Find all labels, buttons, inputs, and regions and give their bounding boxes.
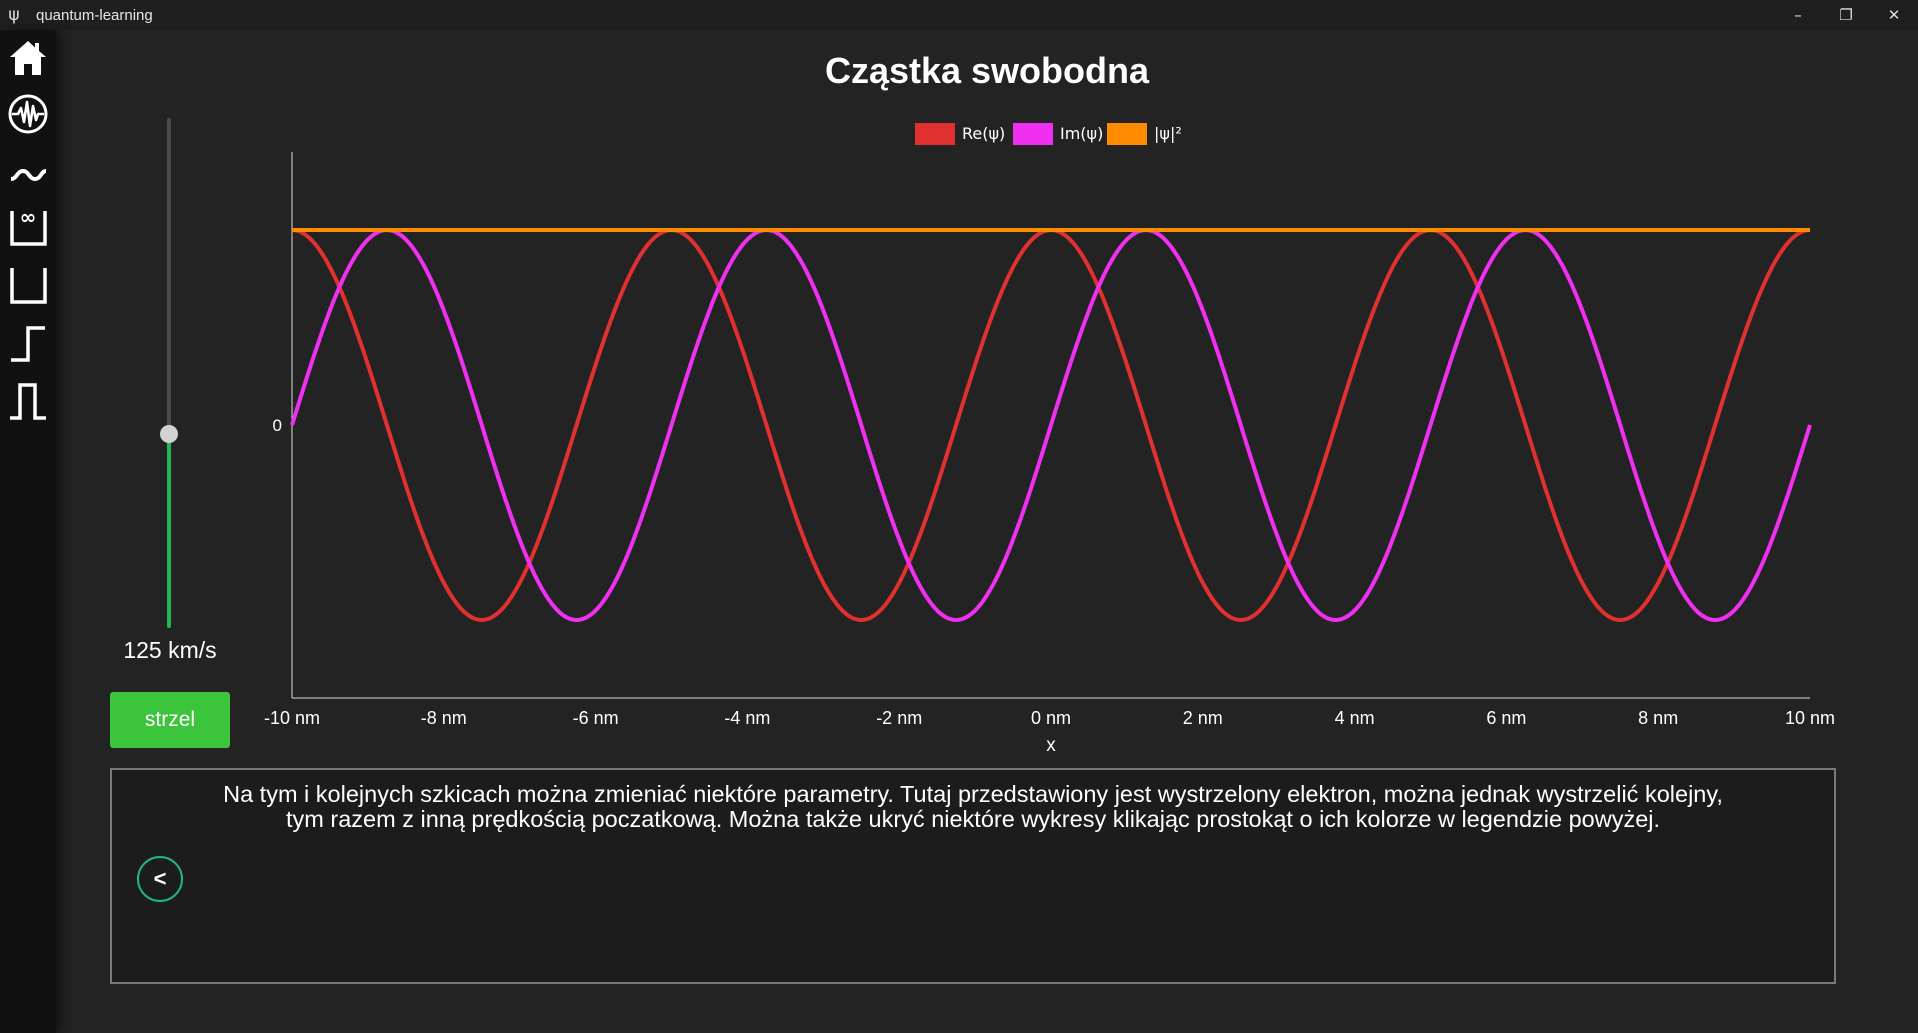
- legend-label-0[interactable]: Re(ψ): [962, 124, 1005, 143]
- velocity-slider[interactable]: [160, 118, 178, 628]
- x-tick-label: 10 nm: [1785, 708, 1835, 728]
- title-bar: ψ quantum-learning – ❐ ✕: [0, 0, 1918, 30]
- window-title: quantum-learning: [36, 6, 153, 24]
- sidebar-item-home[interactable]: [5, 35, 51, 81]
- wave-icon: [10, 168, 47, 182]
- legend-swatch-1[interactable]: [1013, 123, 1053, 145]
- info-text-line-1: Na tym i kolejnych szkicach można zmieni…: [223, 781, 1723, 807]
- close-button[interactable]: ✕: [1870, 0, 1918, 30]
- info-panel: Na tym i kolejnych szkicach można zmieni…: [110, 768, 1836, 984]
- psi-icon: ψ: [8, 5, 20, 25]
- series-line-1: [290, 228, 1812, 622]
- x-tick-label: 8 nm: [1638, 708, 1678, 728]
- sidebar-item-potential-barrier[interactable]: [5, 378, 51, 424]
- maximize-button[interactable]: ❐: [1822, 0, 1870, 30]
- sidebar: ∞: [0, 30, 56, 1033]
- page-title: Cząstka swobodna: [824, 50, 1150, 91]
- x-tick-label: -6 nm: [573, 708, 619, 728]
- infinity-glyph: ∞: [20, 206, 37, 229]
- x-tick-label: 4 nm: [1335, 708, 1375, 728]
- x-tick-label: -2 nm: [876, 708, 922, 728]
- back-button[interactable]: <: [137, 856, 183, 902]
- x-axis-label: x: [1046, 735, 1056, 756]
- x-tick-label: -4 nm: [724, 708, 770, 728]
- legend-swatch-2[interactable]: [1107, 123, 1147, 145]
- home-icon: [10, 41, 46, 75]
- x-tick-label: 0 nm: [1031, 708, 1071, 728]
- x-tick-label: 2 nm: [1183, 708, 1223, 728]
- finite-well-icon: [10, 268, 47, 304]
- legend-label-2[interactable]: |ψ|²: [1154, 124, 1182, 143]
- x-tick-label: -10 nm: [264, 708, 320, 728]
- slider-thumb[interactable]: [160, 425, 178, 444]
- info-text: Na tym i kolejnych szkicach można zmieni…: [152, 782, 1794, 832]
- sidebar-item-wave-packet[interactable]: [5, 91, 51, 137]
- slider-fill: [167, 434, 171, 628]
- infinite-well-icon: ∞: [10, 206, 47, 246]
- x-tick-label: -8 nm: [421, 708, 467, 728]
- legend-swatch-0[interactable]: [915, 123, 955, 145]
- step-icon: [11, 326, 45, 362]
- minimize-button[interactable]: –: [1774, 0, 1822, 30]
- sidebar-item-finite-well[interactable]: [5, 262, 51, 308]
- window-controls: – ❐ ✕: [1774, 0, 1918, 30]
- sidebar-item-free-particle[interactable]: [5, 147, 51, 193]
- waveform-circle-icon: [8, 94, 48, 134]
- x-tick-label: 6 nm: [1486, 708, 1526, 728]
- info-text-line-2: tym razem z inną prędkością poczatkową. …: [285, 806, 1661, 832]
- sidebar-item-infinite-well[interactable]: ∞: [5, 204, 51, 250]
- y-tick-label: 0: [273, 416, 282, 435]
- wavefunction-chart: -10 nm -8 nm -6 nm -4 nm -2 nm 0 nm 2 nm 4 nm 6 …: [264, 123, 1835, 756]
- barrier-icon: [10, 383, 46, 420]
- legend-label-1[interactable]: Im(ψ): [1060, 124, 1103, 143]
- sidebar-item-potential-step[interactable]: [5, 320, 51, 366]
